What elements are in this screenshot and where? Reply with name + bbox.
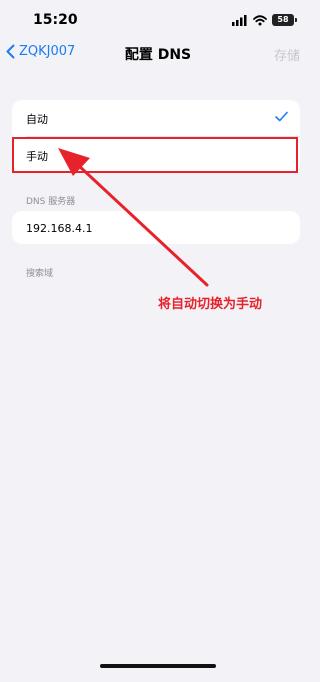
- dns-servers-section-label: DNS 服务器: [26, 197, 76, 207]
- save-button[interactable]: 存储: [274, 45, 300, 64]
- dns-mode-auto-label: 自动: [26, 113, 48, 126]
- dns-server-entry[interactable]: 192.168.4.1: [26, 222, 92, 235]
- cellular-signal-icon: [232, 14, 247, 26]
- status-bar: 15:20 58: [0, 0, 316, 40]
- home-indicator[interactable]: [100, 664, 216, 668]
- status-time: 15:20: [33, 12, 78, 28]
- wifi-icon: [253, 14, 267, 25]
- checkmark-icon: [275, 111, 288, 122]
- status-icons: 58: [232, 13, 297, 27]
- dns-servers-group: 192.168.4.1: [12, 211, 300, 244]
- battery-icon: 58: [272, 14, 297, 26]
- annotation-highlight-box: [12, 137, 298, 173]
- annotation-text: 将自动切换为手动: [158, 297, 263, 312]
- search-domains-section-label: 搜索域: [26, 269, 54, 279]
- dns-mode-auto-option[interactable]: 自动: [12, 100, 300, 137]
- navigation-bar: ZQKJ007 配置 DNS 存储: [0, 40, 316, 70]
- page-title: 配置 DNS: [124, 47, 192, 63]
